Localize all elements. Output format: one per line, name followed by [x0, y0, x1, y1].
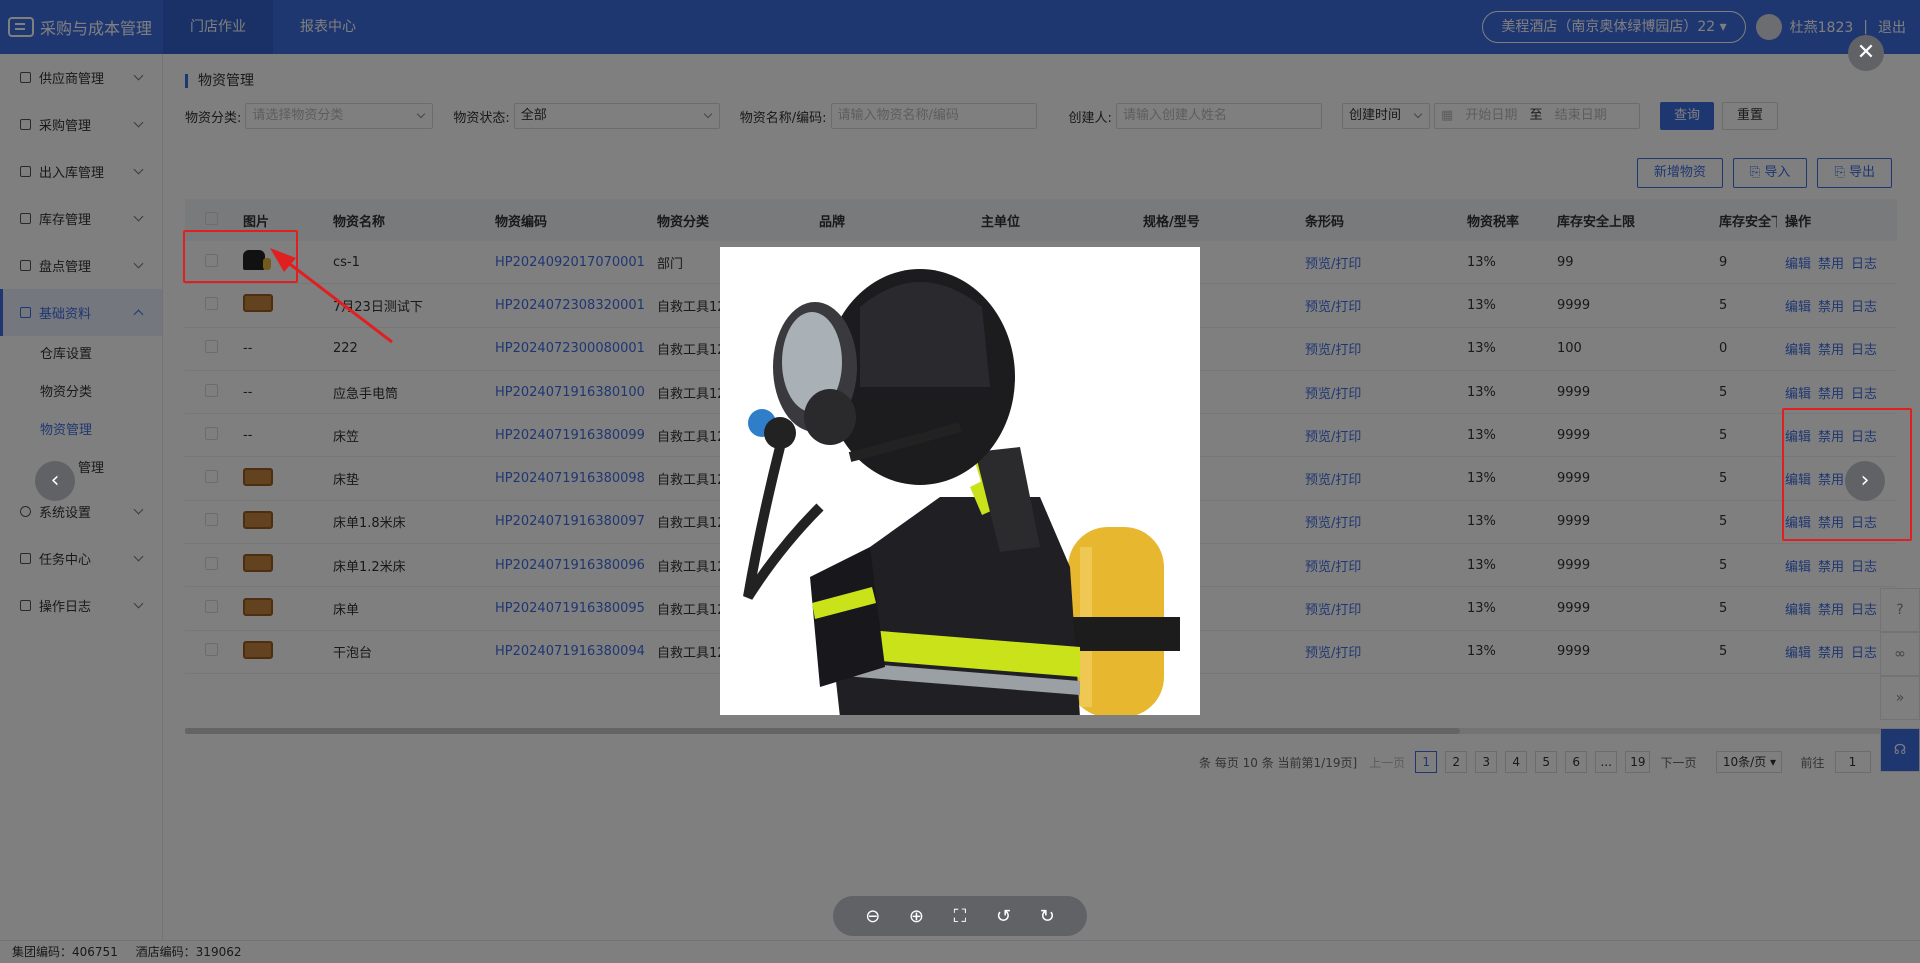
annotation-arrow-line — [281, 256, 393, 344]
annotation-arrow-head — [270, 248, 296, 272]
annotation-arrow-layer — [270, 248, 393, 344]
